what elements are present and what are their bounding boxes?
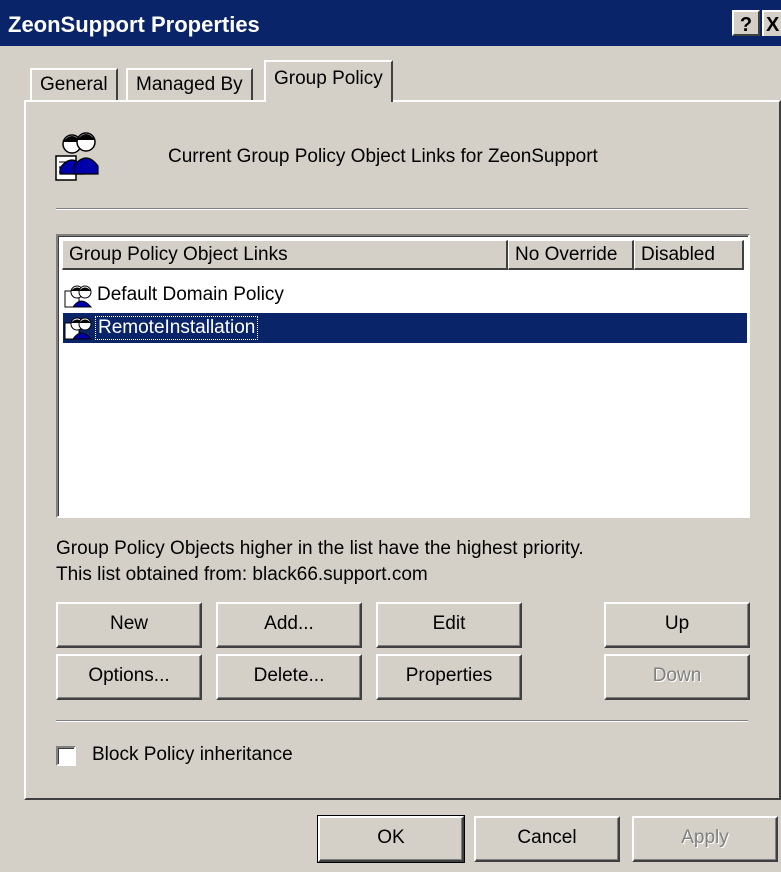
list-item[interactable]: Default Domain Policy [63, 281, 747, 311]
panel-heading: Current Group Policy Object Links for Ze… [168, 146, 598, 167]
source-note: This list obtained from: black66.support… [56, 564, 428, 585]
list-item-label: RemoteInstallation [95, 316, 259, 340]
list-item-label: Default Domain Policy [97, 284, 284, 305]
separator [56, 208, 748, 210]
block-inheritance-checkbox[interactable] [56, 746, 76, 766]
options-button[interactable]: Options... [56, 654, 202, 700]
new-button[interactable]: New [56, 602, 202, 648]
title-bar: ZeonSupport Properties ? X [0, 0, 781, 46]
cancel-button[interactable]: Cancel [474, 816, 620, 862]
column-header-gpo-links[interactable]: Group Policy Object Links [62, 240, 508, 270]
users-icon [55, 132, 99, 181]
delete-button[interactable]: Delete... [216, 654, 362, 700]
tab-general[interactable]: General [30, 68, 118, 100]
ok-button[interactable]: OK [317, 815, 465, 863]
column-header-disabled[interactable]: Disabled [634, 240, 744, 270]
column-header-no-override[interactable]: No Override [508, 240, 634, 270]
window-title: ZeonSupport Properties [8, 12, 260, 37]
close-button[interactable]: X [762, 10, 781, 36]
gpo-icon [64, 285, 93, 308]
tab-group-policy[interactable]: Group Policy [264, 60, 393, 102]
tab-managed-by[interactable]: Managed By [126, 68, 253, 100]
properties-button[interactable]: Properties [376, 654, 522, 700]
down-button[interactable]: Down [604, 654, 750, 700]
priority-note: Group Policy Objects higher in the list … [56, 538, 584, 559]
block-inheritance-label: Block Policy inheritance [92, 744, 293, 765]
add-button[interactable]: Add... [216, 602, 362, 648]
up-button[interactable]: Up [604, 602, 750, 648]
list-item-selected[interactable]: RemoteInstallation [63, 313, 747, 343]
separator [56, 720, 748, 722]
gpo-icon [64, 317, 93, 340]
gpo-links-list[interactable]: Group Policy Object Links No Override Di… [56, 234, 750, 518]
apply-button[interactable]: Apply [632, 816, 778, 862]
edit-button[interactable]: Edit [376, 602, 522, 648]
help-button[interactable]: ? [732, 10, 760, 36]
